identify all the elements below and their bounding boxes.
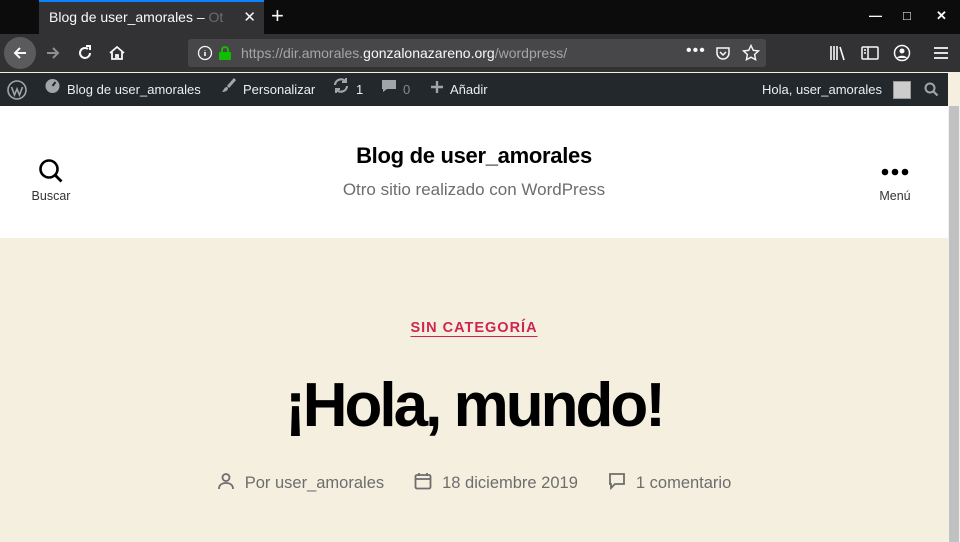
paintbrush-icon [220, 73, 237, 106]
adminbar-search-icon[interactable] [924, 73, 939, 106]
new-tab-icon[interactable]: + [271, 3, 284, 29]
plus-icon [430, 73, 444, 106]
pocket-icon[interactable] [715, 45, 731, 66]
post-author[interactable]: Por user_amorales [217, 472, 384, 495]
minimize-icon[interactable]: — [869, 8, 882, 23]
comment-icon [608, 472, 626, 495]
url-text[interactable]: https://dir.amorales.gonzalonazareno.org… [241, 39, 567, 67]
browser-tab[interactable]: Blog de user_amorales – Ot ✕ [39, 0, 264, 34]
url-suffix: /wordpress/ [494, 45, 568, 61]
category-link[interactable]: SIN CATEGORÍA [410, 320, 537, 336]
adminbar-greeting: Hola, user_amorales [762, 82, 882, 97]
url-domain: gonzalonazareno.org [363, 45, 495, 61]
reload-icon[interactable] [70, 38, 100, 68]
bookmark-star-icon[interactable] [741, 43, 761, 67]
adminbar-customize-label: Personalizar [243, 82, 316, 97]
library-icon[interactable] [823, 38, 853, 68]
more-icon[interactable]: ••• [686, 42, 706, 60]
site-title[interactable]: Blog de user_amorales [0, 143, 948, 169]
site-header: Buscar Blog de user_amorales Otro sitio … [0, 106, 948, 238]
wp-admin-bar: Blog de user_amorales Personalizar 1 0 A… [0, 73, 948, 106]
close-tab-icon[interactable]: ✕ [243, 2, 256, 33]
lock-icon [218, 45, 232, 66]
post-title[interactable]: ¡Hola, mundo! [0, 368, 948, 444]
adminbar-new[interactable]: Añadir [430, 73, 488, 106]
adminbar-my-account[interactable]: Hola, user_amorales [762, 73, 911, 106]
comments-count: 0 [403, 82, 411, 97]
adminbar-site-name[interactable]: Blog de user_amorales [44, 73, 201, 106]
navigation-toolbar: https://dir.amorales.gonzalonazareno.org… [0, 34, 960, 72]
post-header: SIN CATEGORÍA ¡Hola, mundo! Por user_amo… [0, 238, 948, 542]
site-description: Otro sitio realizado con WordPress [342, 180, 606, 199]
post-date[interactable]: 18 diciembre 2019 [414, 472, 578, 495]
maximize-icon[interactable]: □ [903, 8, 911, 23]
wordpress-logo-icon[interactable] [7, 73, 27, 106]
menu-toggle-button[interactable]: Menú [855, 158, 935, 203]
post-date-label: 18 diciembre 2019 [442, 474, 578, 492]
more-dots-icon [880, 168, 910, 187]
address-bar[interactable]: https://dir.amorales.gonzalonazareno.org… [188, 39, 766, 67]
post-comments[interactable]: 1 comentario [608, 472, 731, 495]
tab-title: Blog de user_amorales – [49, 9, 209, 25]
sidebar-icon[interactable] [855, 38, 885, 68]
home-icon[interactable] [102, 38, 132, 68]
close-window-icon[interactable]: ✕ [936, 8, 947, 24]
comment-bubble-icon [381, 73, 397, 106]
post-author-label: Por user_amorales [244, 474, 385, 492]
calendar-icon [414, 472, 432, 495]
tab-title-fade: Ot [208, 9, 224, 25]
info-icon[interactable] [197, 45, 213, 66]
post-comments-label: 1 comentario [635, 474, 732, 492]
adminbar-site-name-label: Blog de user_amorales [67, 82, 201, 97]
post-meta: Por user_amorales 18 diciembre 2019 1 co… [0, 472, 948, 495]
url-prefix: https://dir.amorales. [241, 45, 364, 61]
dashboard-icon [44, 73, 61, 106]
adminbar-comments[interactable]: 0 [381, 73, 410, 106]
adminbar-customize[interactable]: Personalizar [220, 73, 315, 106]
avatar [892, 80, 911, 99]
menu-toggle-label: Menú [879, 189, 911, 203]
user-icon [217, 472, 235, 495]
menu-icon[interactable] [926, 38, 956, 68]
scrollbar-thumb[interactable] [949, 106, 959, 542]
tab-strip: Blog de user_amorales – Ot ✕ + — □ ✕ [0, 0, 960, 34]
adminbar-updates[interactable]: 1 [332, 73, 363, 106]
updates-count: 1 [356, 82, 364, 97]
adminbar-new-label: Añadir [450, 82, 488, 97]
updates-icon [332, 73, 350, 106]
post-category: SIN CATEGORÍA [0, 319, 948, 337]
back-icon[interactable] [4, 37, 36, 69]
forward-icon[interactable] [38, 38, 68, 68]
account-icon[interactable] [887, 38, 917, 68]
